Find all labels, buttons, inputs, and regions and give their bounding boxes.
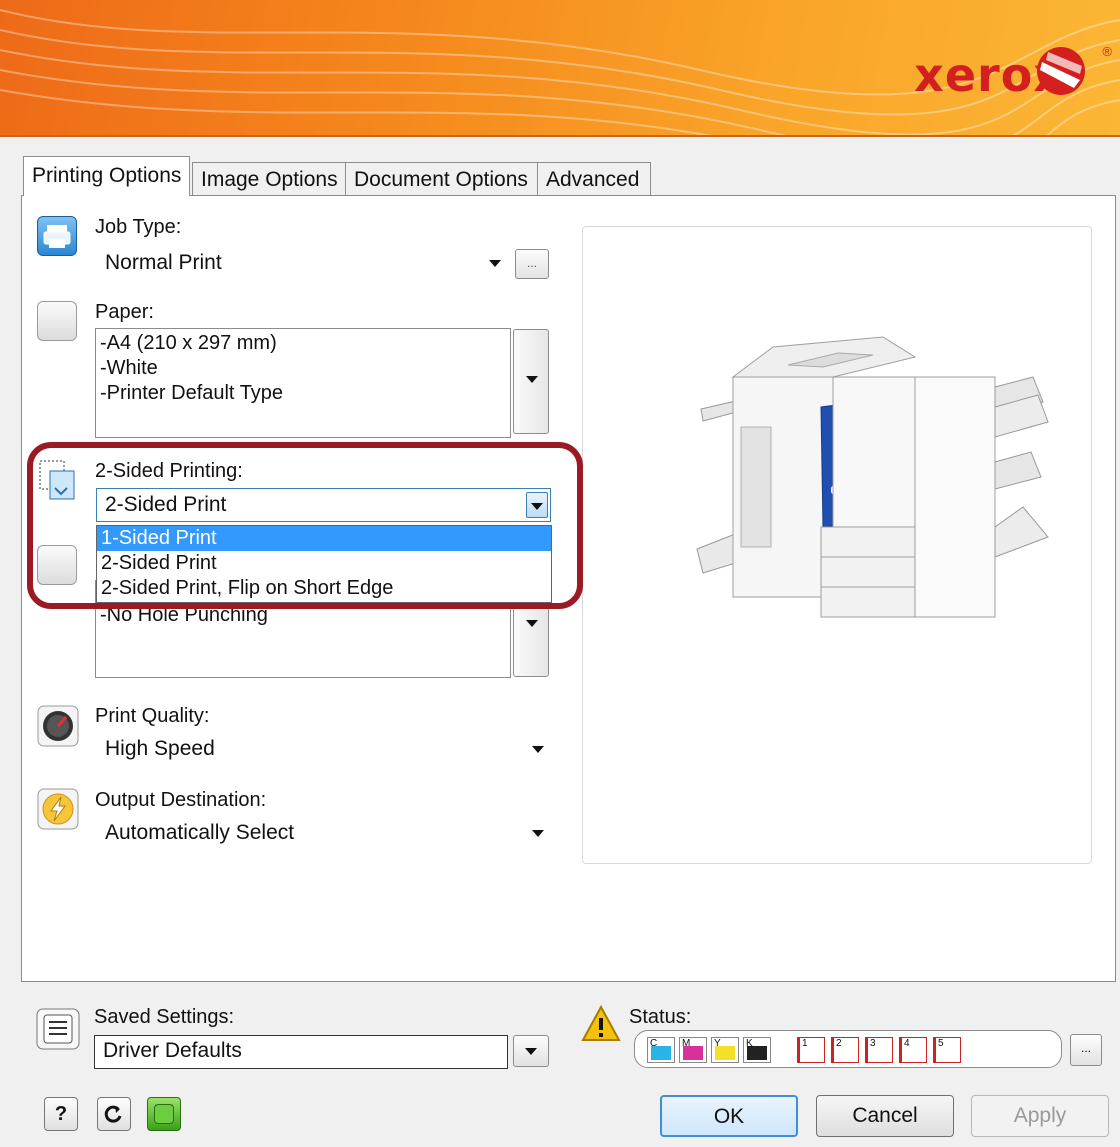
printer-image	[696, 336, 1049, 618]
saved-settings-icon	[36, 1008, 80, 1050]
cancel-button[interactable]: Cancel	[816, 1095, 954, 1137]
warning-icon	[581, 1004, 621, 1041]
cyan-ink-level: C	[647, 1037, 675, 1063]
hole-punch-line: -No Hole Punching	[100, 604, 268, 626]
leaf-icon	[154, 1104, 174, 1124]
tab-printing-options[interactable]: Printing Options	[23, 156, 190, 196]
output-destination-select[interactable]: Automatically Select	[96, 816, 551, 850]
tray-1-status: 1	[797, 1037, 825, 1063]
tray-5-status: 5	[933, 1037, 961, 1063]
saved-settings-label: Saved Settings:	[94, 1006, 235, 1028]
chevron-down-icon	[532, 830, 544, 837]
option-2-sided-print[interactable]: 2-Sided Print	[97, 551, 551, 576]
apply-button[interactable]: Apply	[971, 1095, 1109, 1137]
paper-dropdown-button[interactable]	[513, 329, 549, 434]
chevron-down-icon	[526, 620, 538, 627]
print-quality-value: High Speed	[105, 737, 215, 760]
saved-settings-dropdown-button[interactable]	[513, 1035, 549, 1067]
chevron-down-icon	[526, 376, 538, 383]
tab-advanced[interactable]: Advanced	[537, 162, 651, 198]
help-button[interactable]: ?	[44, 1097, 78, 1131]
gauge-icon	[37, 705, 79, 747]
paper-icon	[37, 301, 77, 341]
status-label: Status:	[629, 1006, 692, 1028]
black-ink-level: K	[743, 1037, 771, 1063]
tab-document-options[interactable]: Document Options	[345, 162, 556, 198]
two-sided-select[interactable]: 2-Sided Print	[96, 488, 551, 522]
eco-button[interactable]	[147, 1097, 181, 1131]
registered-mark: ®	[1102, 44, 1112, 59]
tray-3-status: 3	[865, 1037, 893, 1063]
paper-type-line: -Printer Default Type	[100, 382, 284, 404]
job-type-more-button[interactable]: ...	[515, 249, 549, 279]
output-destination-value: Automatically Select	[105, 821, 295, 844]
option-1-sided-print[interactable]: 1-Sided Print	[97, 526, 551, 551]
status-more-button[interactable]: ...	[1070, 1034, 1102, 1066]
job-type-value: Normal Print	[105, 251, 222, 274]
print-quality-select[interactable]: High Speed	[96, 732, 551, 766]
paper-label: Paper:	[95, 301, 154, 323]
xerox-banner: xerox ®	[0, 0, 1120, 137]
status-indicator-box[interactable]: C M Y K 1 2 3 4 5	[634, 1030, 1062, 1068]
two-sided-icon	[39, 460, 75, 500]
paper-size-line: -A4 (210 x 297 mm)	[100, 332, 277, 354]
option-2-sided-flip-short-edge[interactable]: 2-Sided Print, Flip on Short Edge	[97, 576, 551, 601]
saved-settings-value: Driver Defaults	[103, 1039, 242, 1062]
printer-preview	[582, 226, 1092, 864]
two-sided-dropdown-button[interactable]	[526, 492, 548, 518]
saved-settings-select[interactable]: Driver Defaults	[94, 1035, 508, 1069]
printer-icon	[37, 216, 77, 256]
lightning-icon	[37, 788, 79, 830]
job-type-select[interactable]: Normal Print	[96, 246, 508, 280]
print-quality-label: Print Quality:	[95, 705, 210, 727]
job-type-label: Job Type:	[95, 216, 182, 238]
refresh-icon	[104, 1105, 122, 1123]
tray-4-status: 4	[899, 1037, 927, 1063]
ok-button[interactable]: OK	[660, 1095, 798, 1137]
tray-2-status: 2	[831, 1037, 859, 1063]
two-sided-options-list: 1-Sided Print 2-Sided Print 2-Sided Prin…	[96, 525, 552, 603]
chevron-down-icon	[532, 746, 544, 753]
chevron-down-icon	[489, 260, 501, 267]
output-destination-label: Output Destination:	[95, 789, 267, 811]
magenta-ink-level: M	[679, 1037, 707, 1063]
reset-button[interactable]	[97, 1097, 131, 1131]
yellow-ink-level: Y	[711, 1037, 739, 1063]
chevron-down-icon	[531, 503, 543, 510]
xerox-logo-icon	[1037, 47, 1085, 95]
tab-image-options[interactable]: Image Options	[192, 162, 365, 198]
paper-color-line: -White	[100, 357, 158, 379]
paper-summary-box[interactable]: -A4 (210 x 297 mm) -White -Printer Defau…	[95, 328, 511, 438]
finishing-icon	[37, 545, 77, 585]
chevron-down-icon	[525, 1048, 537, 1055]
two-sided-label: 2-Sided Printing:	[95, 460, 243, 482]
two-sided-value: 2-Sided Print	[105, 493, 227, 516]
